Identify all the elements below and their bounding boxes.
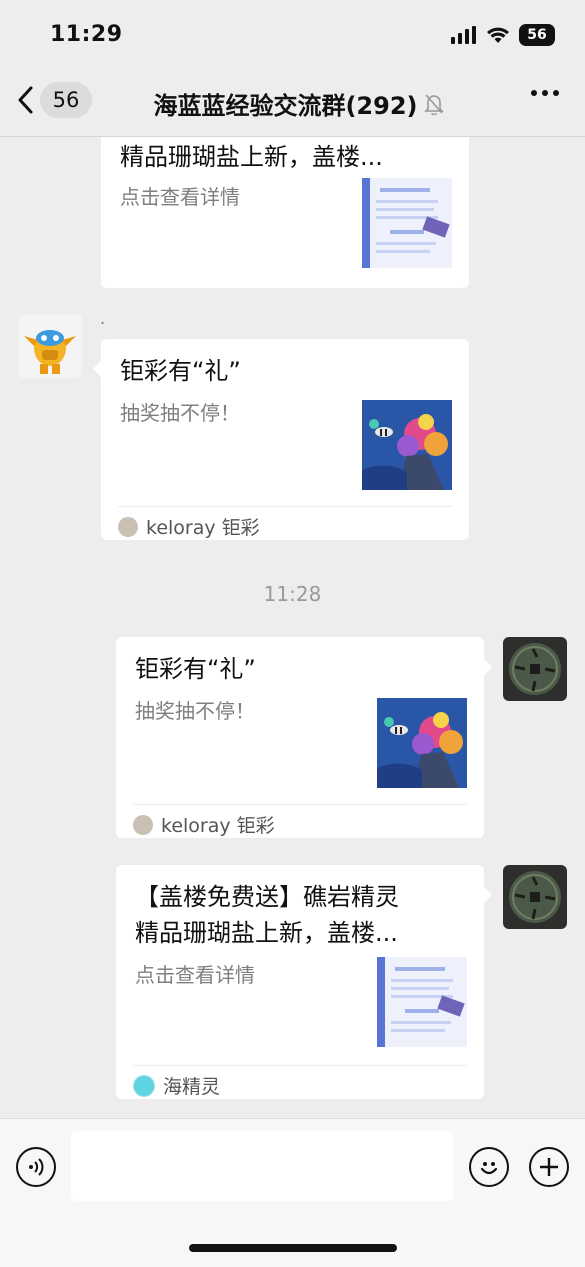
- card-title: 钜彩有“礼”: [120, 357, 241, 385]
- card-thumbnail: [362, 178, 452, 268]
- nav-bar: 56 海蓝蓝经验交流群(292): [0, 72, 585, 137]
- home-indicator[interactable]: [189, 1244, 397, 1252]
- message-input[interactable]: [71, 1131, 453, 1201]
- more-dot: [531, 90, 537, 96]
- more-actions-button[interactable]: [529, 1147, 569, 1187]
- card-title-line-2: 精品珊瑚盐上新，盖楼...: [135, 919, 398, 947]
- voice-icon: [29, 1158, 44, 1176]
- sender-avatar[interactable]: [18, 314, 82, 378]
- voice-input-button[interactable]: [16, 1147, 56, 1187]
- self-avatar[interactable]: [503, 865, 567, 929]
- keloray-logo-icon: [133, 814, 153, 835]
- chat-title-bar: 海蓝蓝经验交流群(292): [0, 86, 585, 121]
- bubble-tail: [484, 887, 492, 903]
- card-description: 抽奖抽不停！: [135, 699, 255, 723]
- battery-indicator: 56: [519, 24, 555, 46]
- bell-slash-icon: [423, 93, 444, 115]
- card-title-line-1: 【盖楼免费送】礁岩精灵: [135, 883, 399, 911]
- timestamp: 11:28: [263, 582, 322, 606]
- mini-program-card[interactable]: 钜彩有“礼” 抽奖抽不停！ keloray 钜彩: [116, 637, 492, 838]
- more-dot: [542, 90, 548, 96]
- sender-name: .: [100, 309, 106, 328]
- card-source: keloray 钜彩: [161, 815, 275, 837]
- card-thumbnail: [377, 957, 467, 1047]
- card-thumbnail: [362, 400, 452, 490]
- plus-icon: [540, 1158, 558, 1176]
- card-title: 钜彩有“礼”: [135, 655, 256, 683]
- link-card-message[interactable]: 精品珊瑚盐上新，盖楼... 点击查看详情: [101, 137, 469, 288]
- status-indicators: 56: [451, 24, 555, 46]
- more-options-button[interactable]: [531, 90, 559, 96]
- card-description: 抽奖抽不停！: [120, 401, 240, 425]
- status-time: 11:29: [50, 22, 123, 47]
- card-source: 海精灵: [163, 1076, 221, 1098]
- card-description: 点击查看详情: [135, 963, 255, 987]
- more-dot: [553, 90, 559, 96]
- keloray-logo-icon: [118, 516, 138, 537]
- status-bar: 11:29 56: [0, 0, 585, 72]
- emoji-button[interactable]: [469, 1147, 509, 1187]
- card-thumbnail: [377, 698, 467, 788]
- mini-program-card[interactable]: 钜彩有“礼” 抽奖抽不停！ keloray 钜彩: [93, 339, 469, 540]
- wifi-icon: [487, 27, 509, 43]
- card-footer: keloray 钜彩: [133, 804, 467, 838]
- card-title: 精品珊瑚盐上新，盖楼...: [120, 143, 383, 171]
- card-source: keloray 钜彩: [146, 517, 260, 539]
- bubble-tail: [93, 361, 101, 377]
- card-description: 点击查看详情: [120, 185, 240, 209]
- sea-spirit-logo-icon: [133, 1074, 155, 1097]
- chat-message-list[interactable]: 精品珊瑚盐上新，盖楼... 点击查看详情 . 钜彩有“礼” 抽奖抽不停！ kel…: [0, 137, 585, 1117]
- signal-icon: [451, 26, 476, 44]
- bubble-tail: [484, 659, 492, 675]
- card-footer: 海精灵: [133, 1065, 467, 1099]
- emoji-icon: [480, 1162, 498, 1175]
- self-avatar[interactable]: [503, 637, 567, 701]
- mini-program-card[interactable]: 【盖楼免费送】礁岩精灵 精品珊瑚盐上新，盖楼... 点击查看详情 海精灵: [116, 865, 492, 1099]
- card-footer: keloray 钜彩: [118, 506, 452, 540]
- chat-title: 海蓝蓝经验交流群(292): [153, 92, 418, 120]
